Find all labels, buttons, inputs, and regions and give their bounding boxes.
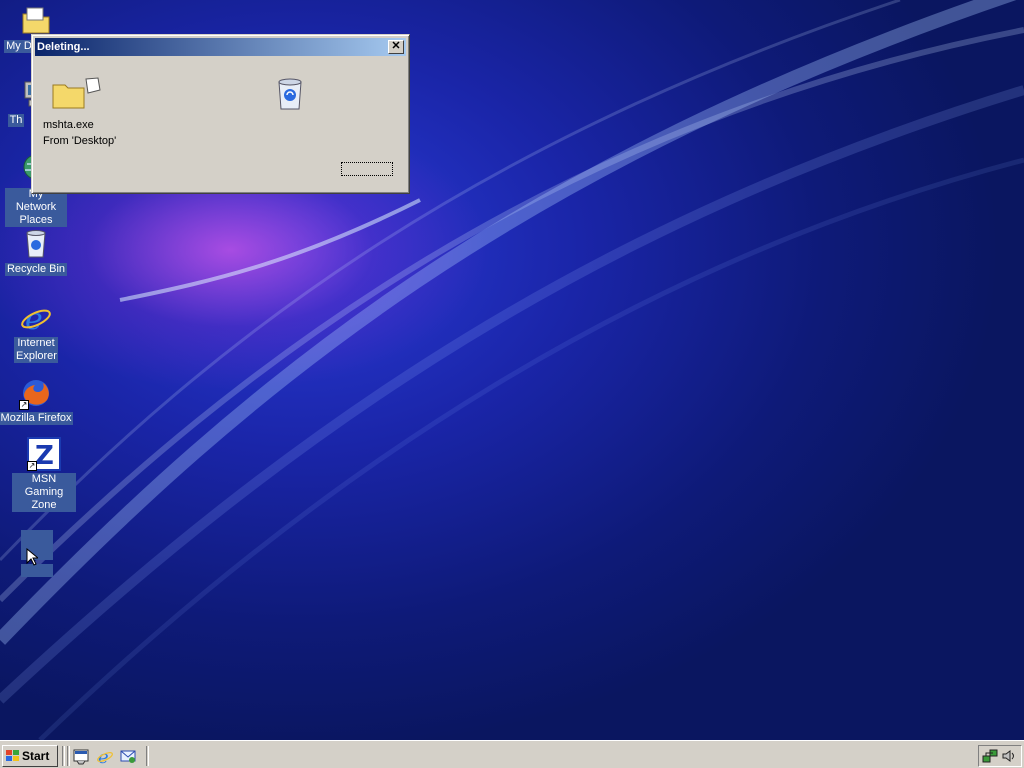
dialog-title: Deleting... bbox=[37, 41, 90, 53]
desktop-icon-msn-gaming-zone[interactable]: Z ↗ MSN Gaming Zone bbox=[6, 437, 82, 512]
desktop-icon-label: Internet Explorer bbox=[14, 337, 58, 363]
mouse-cursor-icon bbox=[26, 548, 38, 566]
cancel-button-focus[interactable] bbox=[341, 162, 393, 176]
taskbar-separator bbox=[146, 746, 149, 766]
internet-explorer-icon: e bbox=[19, 301, 53, 337]
show-desktop-icon[interactable] bbox=[72, 747, 90, 765]
taskbar-separator bbox=[67, 746, 70, 766]
file-source: From 'Desktop' bbox=[43, 135, 117, 147]
recycle-bin-icon bbox=[19, 227, 53, 261]
recycle-bin-icon bbox=[275, 77, 305, 111]
svg-text:e: e bbox=[25, 302, 43, 335]
start-label: Start bbox=[22, 749, 50, 763]
shortcut-arrow-icon: ↗ bbox=[19, 400, 29, 410]
taskbar-separator bbox=[62, 746, 65, 766]
desktop-icon-internet-explorer[interactable]: e Internet Explorer bbox=[0, 301, 74, 363]
desktop-icon-mozilla-firefox[interactable]: ↗ Mozilla Firefox bbox=[0, 376, 74, 425]
deleting-dialog[interactable]: Deleting... ✕ mshta.exe From 'Desktop' bbox=[31, 34, 410, 194]
desktop-icon-label: Mozilla Firefox bbox=[0, 412, 74, 425]
desktop-icon-label: Recycle Bin bbox=[4, 263, 68, 276]
dialog-titlebar[interactable]: Deleting... ✕ bbox=[35, 38, 406, 56]
taskbar: Start e bbox=[0, 740, 1024, 768]
flying-folder-icon bbox=[52, 77, 102, 111]
close-button[interactable]: ✕ bbox=[388, 40, 404, 54]
shortcut-arrow-icon: ↗ bbox=[27, 461, 37, 471]
outlook-express-icon[interactable] bbox=[119, 747, 137, 765]
svg-text:Z: Z bbox=[35, 441, 54, 471]
volume-icon[interactable] bbox=[1001, 748, 1017, 764]
file-name: mshta.exe bbox=[43, 119, 94, 131]
svg-text:e: e bbox=[98, 747, 109, 765]
start-button[interactable]: Start bbox=[2, 745, 58, 767]
firefox-icon: ↗ bbox=[19, 376, 53, 410]
internet-explorer-icon[interactable]: e bbox=[96, 747, 114, 765]
system-tray bbox=[978, 745, 1022, 767]
windows-logo-icon bbox=[6, 750, 19, 761]
msn-zone-icon: Z ↗ bbox=[27, 437, 61, 471]
folder-icon bbox=[19, 4, 53, 38]
desktop-icon-label: MSN Gaming Zone bbox=[12, 473, 76, 512]
network-icon[interactable] bbox=[982, 748, 998, 764]
desktop-icon-recycle-bin[interactable]: Recycle Bin bbox=[0, 227, 74, 276]
desktop-icon-label: Th bbox=[7, 114, 25, 127]
